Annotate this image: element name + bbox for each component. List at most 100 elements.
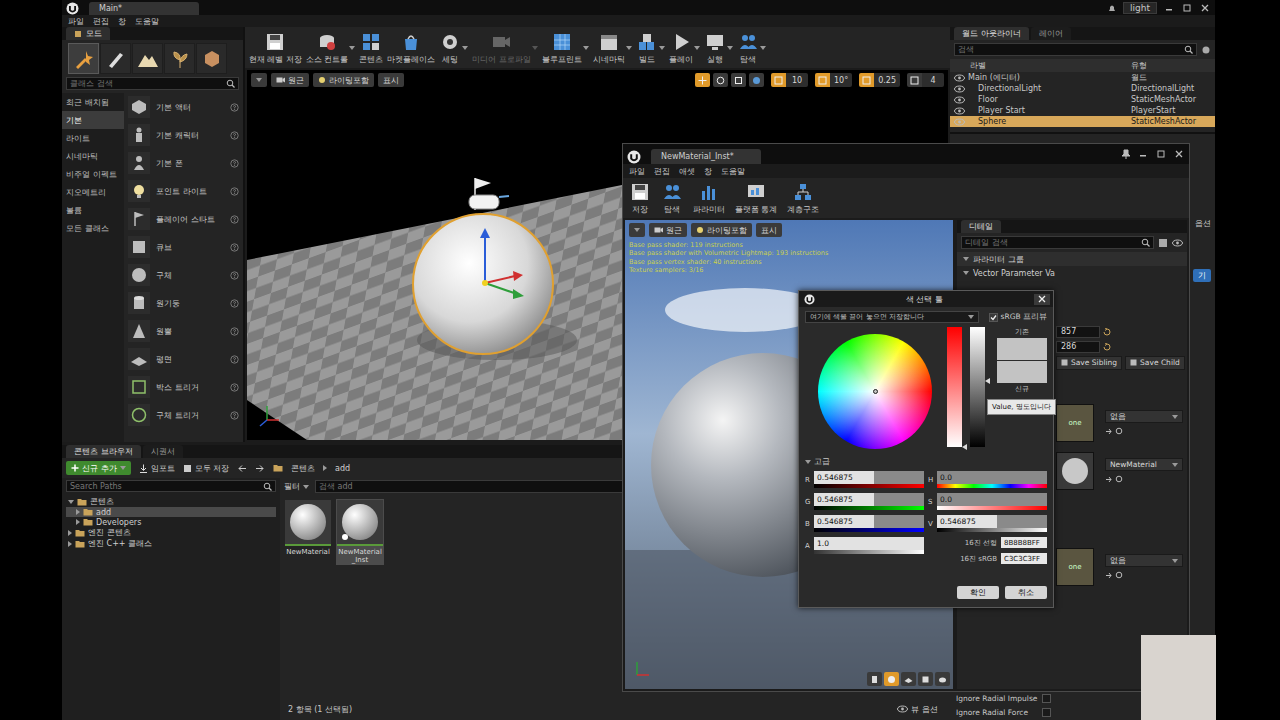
expand-caret-icon[interactable] <box>963 257 969 261</box>
expand-caret-icon[interactable] <box>963 271 969 275</box>
category-item[interactable]: 기본 <box>62 111 124 129</box>
toolbar-button[interactable]: 파라미터 <box>693 181 725 215</box>
transform-tool[interactable] <box>731 73 746 87</box>
maximize-icon[interactable] <box>1181 3 1193 13</box>
panel-tab[interactable]: 레이어 <box>1031 27 1071 40</box>
toolbar-text-button[interactable]: 모두 저장 <box>183 463 230 474</box>
toolbar-button[interactable]: 현재 레벨 저장 <box>249 31 302 65</box>
toolbar-button[interactable]: 플랫폼 통계 <box>735 181 777 215</box>
toolbar-button[interactable]: 마켓플레이스 <box>387 31 435 65</box>
combo-box[interactable]: 없음 <box>1105 410 1183 423</box>
place-item[interactable]: 기본 캐릭터 <box>128 121 243 149</box>
add-new-button[interactable]: 신규 추가 <box>66 461 131 475</box>
expand-caret-icon[interactable] <box>68 500 74 504</box>
outliner-row[interactable]: DirectionalLightDirectionalLight <box>950 83 1215 94</box>
dialog-button[interactable]: 취소 <box>1005 586 1047 599</box>
place-item[interactable]: 기본 폰 <box>128 149 243 177</box>
menu-item[interactable]: 창 <box>118 16 126 27</box>
place-item[interactable]: 원기둥 <box>128 289 243 317</box>
panel-tab[interactable]: 시퀀서 <box>143 445 183 458</box>
wheel-marker[interactable] <box>873 389 878 394</box>
category-item[interactable]: 볼륨 <box>62 201 124 219</box>
folder-row[interactable]: 엔진 C++ 클래스 <box>66 538 276 549</box>
viewport-button[interactable]: 표시 <box>756 223 782 237</box>
color-bar[interactable] <box>970 327 985 447</box>
mode-tool-button[interactable] <box>100 43 131 74</box>
column-header[interactable]: 유형 <box>1131 60 1211 71</box>
menu-item[interactable]: 편집 <box>654 166 670 177</box>
close-button[interactable] <box>1034 294 1050 305</box>
transform-tool[interactable] <box>749 73 764 87</box>
view-options-button[interactable]: 옵션 <box>1195 218 1211 229</box>
spin-box[interactable]: 0.546875 <box>814 493 924 506</box>
spin-box[interactable]: 0.546875 <box>814 515 924 528</box>
viewport-button[interactable]: 라이팅포함 <box>691 223 752 237</box>
selected-sphere[interactable] <box>413 214 553 354</box>
snap-toggle[interactable]: 0.25 <box>859 73 900 87</box>
toolbar-button[interactable]: 세팅 <box>439 31 468 65</box>
close-icon[interactable] <box>1038 295 1046 303</box>
document-tab[interactable]: Main* <box>89 2 199 15</box>
outliner-row[interactable]: Player StartPlayerStart <box>950 105 1215 116</box>
toolbar-button[interactable]: 블루프린트 <box>542 31 589 65</box>
menu-item[interactable]: 도움말 <box>135 16 159 27</box>
combo-box[interactable]: NewMaterial <box>1105 458 1183 471</box>
spin-box[interactable]: 0.0 <box>937 471 1047 484</box>
place-item[interactable]: 구체 트리거 <box>128 401 243 429</box>
toolbar-button[interactable]: 콘텐츠 <box>359 31 383 65</box>
back-arrow-icon[interactable] <box>237 464 247 473</box>
color-bar[interactable] <box>947 327 962 447</box>
viewport-button[interactable]: 원근 <box>271 73 309 87</box>
forward-arrow-icon[interactable] <box>255 464 265 473</box>
column-header[interactable]: 라벨 <box>970 60 1131 71</box>
color-wheel[interactable] <box>818 334 932 449</box>
menu-item[interactable]: 도움말 <box>721 166 745 177</box>
folder-row[interactable]: 엔진 콘텐츠 <box>66 527 276 538</box>
expand-caret-icon[interactable] <box>76 519 80 525</box>
toolbar-button[interactable]: 시네마틱 <box>593 31 632 65</box>
details-button[interactable]: Save Child <box>1125 356 1185 370</box>
expand-caret-icon[interactable] <box>805 460 811 464</box>
category-header[interactable]: 파라미터 그룹 <box>957 252 1187 266</box>
panel-tab[interactable]: 모드 <box>66 27 110 40</box>
snap-toggle[interactable]: 10° <box>815 73 852 87</box>
panel-tab[interactable]: 월드 아웃라이너 <box>954 27 1029 40</box>
bar-marker[interactable] <box>985 378 990 384</box>
transform-tool[interactable] <box>695 73 710 87</box>
close-icon[interactable] <box>1199 3 1211 13</box>
combo-box[interactable]: 없음 <box>1105 554 1183 567</box>
spin-box[interactable]: 0.546875 <box>937 515 1047 528</box>
path-segment[interactable]: 콘텐츠 <box>291 463 315 474</box>
menu-item[interactable]: 편집 <box>93 16 109 27</box>
place-item[interactable]: 포인트 라이트 <box>128 177 243 205</box>
close-icon[interactable] <box>1173 149 1185 159</box>
search-box[interactable]: Search Paths <box>66 480 276 492</box>
checkbox[interactable] <box>1042 694 1051 703</box>
search-box[interactable]: 디테일 검색 <box>961 236 1154 249</box>
folder-row[interactable]: Developers <box>66 517 276 527</box>
viewport-button[interactable] <box>251 73 267 87</box>
toolbar-button[interactable]: 저장 <box>629 181 651 215</box>
toolbar-text-button[interactable]: 필터 <box>284 481 309 492</box>
hex-field[interactable]: 8B8B8BFF <box>1001 537 1047 548</box>
place-item[interactable]: 플레이어 스타트 <box>128 205 243 233</box>
preview-shape-button[interactable] <box>918 672 933 686</box>
mode-tool-button[interactable] <box>164 43 195 74</box>
translate-gizmo-icon[interactable] <box>480 228 524 299</box>
snap-toggle[interactable]: 10 <box>771 73 808 87</box>
preview-shape-button[interactable] <box>884 672 899 686</box>
mode-tool-button[interactable] <box>132 43 163 74</box>
viewport-button[interactable]: 표시 <box>378 73 404 87</box>
color-swatch[interactable] <box>997 361 1047 383</box>
viewport-button[interactable]: 라이팅포함 <box>313 73 374 87</box>
preview-shape-button[interactable] <box>901 672 916 686</box>
category-item[interactable]: 시네마틱 <box>62 147 124 165</box>
toolbar-button[interactable]: 탐색 <box>737 31 766 65</box>
srgb-toggle[interactable]: sRGB 프리뷰 <box>989 312 1047 322</box>
blue-button[interactable]: 기 <box>1193 269 1211 282</box>
spin-box[interactable]: 0.0 <box>937 493 1047 506</box>
transform-tool[interactable] <box>713 73 728 87</box>
toolbar-button[interactable]: 빌드 <box>636 31 665 65</box>
bar-marker[interactable] <box>962 444 967 450</box>
snap-toggle[interactable]: 4 <box>907 73 944 87</box>
